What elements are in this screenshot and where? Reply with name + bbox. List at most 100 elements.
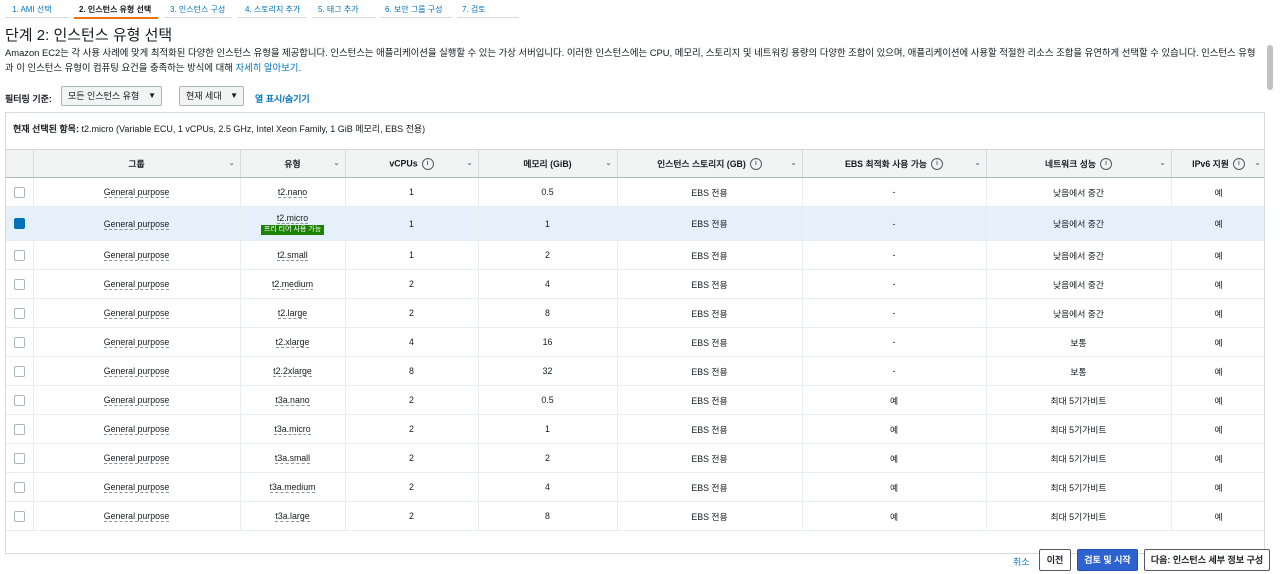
ipv6-value: 예 [1214,308,1223,319]
page-scrollbar[interactable] [1267,45,1273,90]
row-select-cell [6,385,34,415]
cell-storage: EBS 전용 [617,501,803,531]
wizard-step-security-group[interactable]: 6. 보안 그룹 구성 [385,4,443,15]
sort-icon[interactable]: ⌄ [791,159,797,167]
network-value: 낮음에서 중간 [1052,187,1104,198]
wizard-step-instance-type[interactable]: 2. 인스턴스 유형 선택 [79,4,151,15]
instance-type-table-container[interactable]: 그룹 ⌄ 유형 ⌄ vCPUs i ⌄ 메모리 (GiB) ⌄ 인스턴스 스토리지 (GB… [6,149,1264,553]
wizard-step-ami[interactable]: 1. AMI 선택 [12,4,52,15]
row-checkbox[interactable] [13,423,25,435]
column-header-storage[interactable]: 인스턴스 스토리지 (GB) i ⌄ [617,150,803,178]
cell-ipv6: 예 [1171,472,1264,502]
row-select-cell [6,177,34,207]
cell-network: 보통 [986,327,1172,357]
wizard-step-storage[interactable]: 4. 스토리지 추가 [245,4,300,15]
row-checkbox[interactable] [13,307,25,319]
column-header-network[interactable]: 네트워크 성능 i ⌄ [986,150,1172,178]
column-header-label: 네트워크 성능 [1044,158,1096,169]
instance-family-select[interactable]: 모든 인스턴스 유형 ▼ [61,86,162,106]
table-row[interactable]: General purpose t3a.nano 2 0.5 EBS 전용 예 최대 5기가… [6,385,1264,415]
sort-icon[interactable]: ⌄ [229,159,235,167]
row-checkbox[interactable] [13,452,25,464]
table-row[interactable]: General purpose t2.medium 2 4 EBS 전용 - 낮음에서 중간… [6,269,1264,299]
cell-type: t2.micro 프리 티어 사용 가능 [240,206,346,241]
cell-ebs: 예 [802,501,987,531]
row-select-cell [6,472,34,502]
current-selection-value: t2.micro (Variable ECU, 1 vCPUs, 2.5 GHz… [81,124,426,134]
column-header-type[interactable]: 유형 ⌄ [240,150,346,178]
cell-ipv6: 예 [1171,177,1264,207]
row-checkbox[interactable] [13,481,25,493]
memory-value: 4 [545,279,550,289]
table-row[interactable]: General purpose t2.xlarge 4 16 EBS 전용 - 보통 예 [6,327,1264,357]
table-row[interactable]: General purpose t3a.micro 2 1 EBS 전용 예 최대 5기가비… [6,414,1264,444]
wizard-divider [164,17,232,18]
row-checkbox[interactable] [13,510,25,522]
cell-memory: 4 [478,269,618,299]
row-checkbox[interactable] [13,365,25,377]
sort-icon[interactable]: ⌄ [334,159,340,167]
ipv6-value: 예 [1214,337,1223,348]
info-icon[interactable]: i [421,157,434,170]
previous-button[interactable]: 이전 [1039,549,1071,571]
cell-ipv6: 예 [1171,206,1264,241]
sort-icon[interactable]: ⌄ [606,159,612,167]
learn-more-link[interactable]: 자세히 알아보기 [235,62,298,73]
group-value: General purpose [103,337,170,348]
wizard-step-review[interactable]: 7. 검토 [462,4,486,15]
cell-group: General purpose [33,443,241,473]
table-row[interactable]: General purpose t3a.large 2 8 EBS 전용 예 최대 5기가비… [6,501,1264,531]
cell-group: General purpose [33,472,241,502]
cell-storage: EBS 전용 [617,206,803,241]
info-icon[interactable]: i [1232,158,1245,171]
ebs-value: 예 [889,395,899,406]
row-checkbox[interactable] [13,336,25,348]
row-checkbox[interactable] [13,394,25,406]
ipv6-value: 예 [1214,279,1223,290]
cancel-button[interactable]: 취소 [1013,555,1030,568]
table-row[interactable]: General purpose t3a.medium 2 4 EBS 전용 예 최대 5기가… [6,472,1264,502]
table-row[interactable]: General purpose t2.large 2 8 EBS 전용 - 낮음에서 중간 예 [6,298,1264,328]
row-checkbox[interactable] [13,186,25,198]
cell-network: 낮음에서 중간 [986,206,1172,241]
cell-memory: 0.5 [478,177,618,207]
ipv6-value: 예 [1214,453,1223,464]
sort-icon[interactable]: ⌄ [467,159,473,167]
cell-ebs: - [802,269,987,299]
column-header-label: IPv6 지원 [1192,158,1229,169]
review-and-launch-button[interactable]: 검토 및 시작 [1077,549,1138,571]
ipv6-value: 예 [1214,219,1223,229]
info-icon[interactable]: i [749,158,762,171]
group-value: General purpose [103,482,170,493]
cell-memory: 1 [478,414,618,444]
cell-ebs: 예 [802,443,987,473]
table-row[interactable]: General purpose t2.micro 프리 티어 사용 가능 1 1 EBS … [6,206,1264,241]
cell-network: 낮음에서 중간 [986,298,1172,328]
network-value: 최대 5기가비트 [1050,482,1107,493]
sort-icon[interactable]: ⌄ [975,159,981,167]
info-icon[interactable]: i [931,158,944,171]
sort-icon[interactable]: ⌄ [1160,159,1166,167]
row-checkbox[interactable] [13,218,25,230]
cell-vcpus: 8 [345,356,479,386]
table-row[interactable]: General purpose t2.small 1 2 EBS 전용 - 낮음에서 중간 예 [6,240,1264,270]
sort-icon[interactable]: ⌄ [1255,159,1261,167]
info-icon[interactable]: i [1100,158,1112,171]
table-row[interactable]: General purpose t2.nano 1 0.5 EBS 전용 - 낮음에서 중간… [6,177,1264,207]
column-header-ipv6[interactable]: IPv6 지원 i ⌄ [1171,150,1264,178]
show-hide-columns-link[interactable]: 열 표시/숨기기 [255,92,310,105]
wizard-step-tags[interactable]: 5. 태그 추가 [318,4,359,15]
column-header-memory[interactable]: 메모리 (GiB) ⌄ [478,150,618,178]
table-row[interactable]: General purpose t2.2xlarge 8 32 EBS 전용 - 보통 예 [6,356,1264,386]
cell-group: General purpose [33,298,241,328]
column-header-vcpus[interactable]: vCPUs i ⌄ [345,150,479,178]
ipv6-value: 예 [1214,366,1223,377]
row-checkbox[interactable] [13,249,25,261]
column-header-group[interactable]: 그룹 ⌄ [33,150,241,178]
wizard-step-configure[interactable]: 3. 인스턴스 구성 [170,4,225,15]
next-configure-details-button[interactable]: 다음: 인스턴스 세부 정보 구성 [1144,549,1270,571]
column-header-ebs-optimized[interactable]: EBS 최적화 사용 가능 i ⌄ [802,150,987,178]
generation-select[interactable]: 현재 세대 ▼ [179,86,244,106]
table-row[interactable]: General purpose t3a.small 2 2 EBS 전용 예 최대 5기가비… [6,443,1264,473]
row-checkbox[interactable] [13,278,25,290]
